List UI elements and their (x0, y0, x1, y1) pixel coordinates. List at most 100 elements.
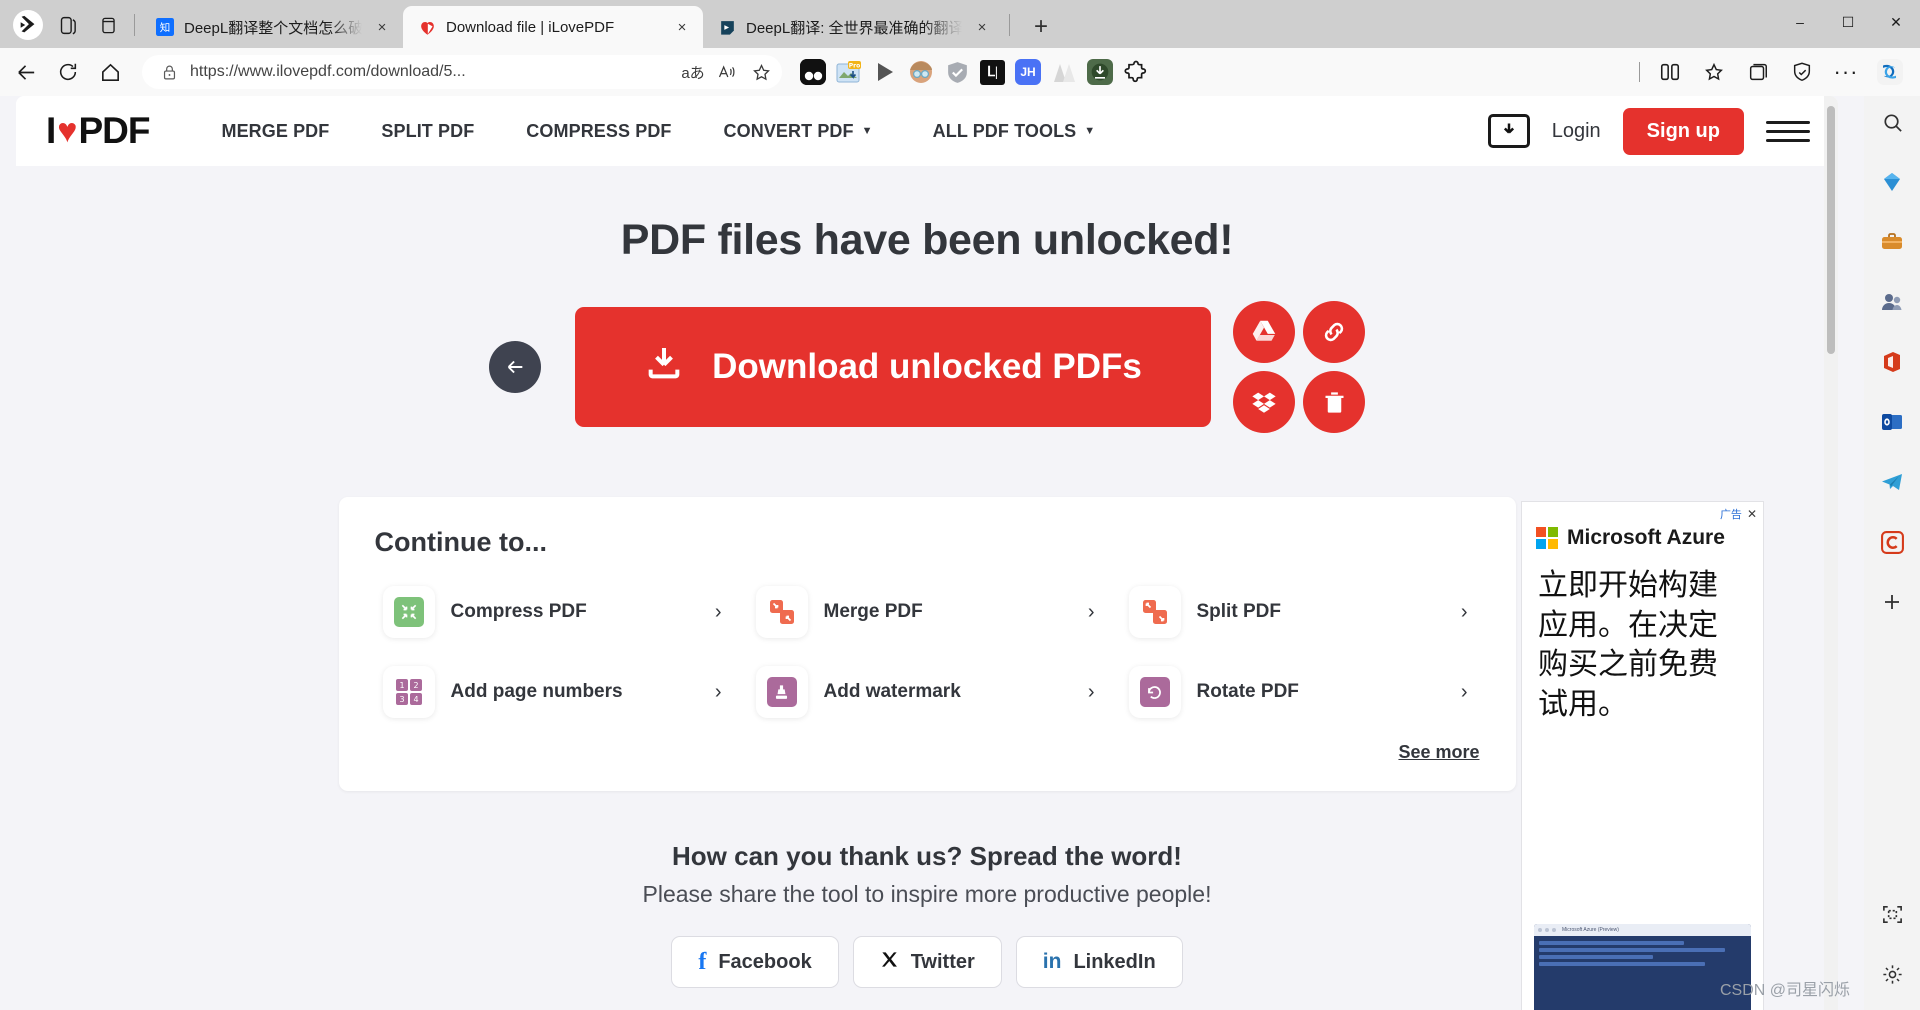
puzzle-extensions-button-icon[interactable] (1123, 59, 1149, 85)
shopping-diamond-icon[interactable] (1872, 162, 1912, 202)
outlook-icon[interactable] (1872, 402, 1912, 442)
browser-essentials-icon[interactable] (1782, 54, 1822, 90)
copilot-c-icon[interactable] (1872, 522, 1912, 562)
nav-item-merge-pdf[interactable]: MERGE PDF (195, 121, 355, 142)
new-tab-button[interactable]: + (1024, 10, 1058, 44)
office-icon[interactable] (1872, 342, 1912, 382)
logo-i: I (46, 110, 56, 151)
share-twitter-button[interactable]: Twitter (852, 936, 1002, 988)
tool-item-add-watermark[interactable]: Add watermark › (748, 656, 1107, 728)
tool-item-rotate-pdf[interactable]: Rotate PDF › (1121, 656, 1480, 728)
screenshot-watermark: CSDN @司星闪烁 (1719, 982, 1850, 999)
ilovepdf-heart-icon (417, 17, 437, 37)
tool-item-add-page-numbers[interactable]: 1234 Add page numbers › (375, 656, 734, 728)
tool-item-merge-pdf[interactable]: Merge PDF › (748, 576, 1107, 648)
aa-extension-icon[interactable] (1051, 59, 1077, 85)
back-to-tool-button[interactable] (489, 341, 541, 393)
split-screen-icon[interactable] (1650, 54, 1690, 90)
nav-item-all-pdf-tools[interactable]: ALL PDF TOOLS ▼ (899, 121, 1122, 142)
close-icon[interactable]: × (971, 16, 993, 38)
sidebar-settings-icon[interactable] (1872, 954, 1912, 994)
video-player-extension-icon[interactable] (872, 59, 898, 85)
avatar-extension-icon[interactable] (908, 59, 934, 85)
ad-thumbnail: Microsoft Azure (Preview) (1534, 924, 1751, 1010)
vertical-tabs-toggle-icon[interactable] (88, 5, 128, 45)
jh-extension-icon[interactable]: JH (1015, 59, 1041, 85)
tool-label: Compress PDF (450, 601, 587, 622)
download-unlocked-pdfs-button[interactable]: Download unlocked PDFs (575, 307, 1211, 427)
ad-brand: Microsoft Azure (1522, 522, 1763, 550)
translate-icon[interactable]: aあ (680, 59, 706, 85)
browser-tab[interactable]: 知 DeepL翻译整个文档怎么破解只设 × (141, 6, 403, 48)
save-to-dropbox-button[interactable] (1233, 371, 1295, 433)
tools-briefcase-icon[interactable] (1872, 222, 1912, 262)
tool-label: Add page numbers (450, 681, 623, 702)
save-to-google-drive-button[interactable] (1233, 301, 1295, 363)
zhihu-icon: 知 (155, 17, 175, 37)
dark-reader-extension-icon[interactable] (800, 59, 826, 85)
tab-actions-icon[interactable] (48, 5, 88, 45)
url-text: https://www.ilovepdf.com/download/5... (190, 63, 466, 80)
svg-text:2: 2 (413, 681, 418, 690)
see-more-link[interactable]: See more (1398, 742, 1479, 762)
favorites-icon[interactable] (1694, 54, 1734, 90)
sign-up-button[interactable]: Sign up (1622, 107, 1744, 155)
advertisement[interactable]: 广告 ✕ Microsoft Azure 立即开始构建应用。在决定购买之前免费试… (1521, 501, 1764, 1010)
tab-title: DeepL翻译: 全世界最准确的翻译 (746, 19, 962, 37)
hamburger-menu-icon[interactable] (1766, 120, 1810, 142)
copilot-tab-actions-icon[interactable] (8, 5, 48, 45)
page-viewport: I ♥ PDF MERGE PDF SPLIT PDF COMPRESS PDF… (0, 96, 1920, 1010)
browser-tab[interactable]: DeepL翻译: 全世界最准确的翻译 × (703, 6, 1003, 48)
continue-to-title: Continue to... (374, 527, 547, 557)
nav-item-split-pdf[interactable]: SPLIT PDF (355, 121, 500, 142)
close-icon[interactable]: × (671, 16, 693, 38)
address-bar[interactable]: https://www.ilovepdf.com/download/5... a… (142, 55, 782, 89)
chevron-right-icon: › (1460, 680, 1468, 703)
ad-thumb-body (1534, 936, 1751, 974)
tab-title: DeepL翻译整个文档怎么破解只设 (184, 19, 362, 37)
delete-files-button[interactable] (1303, 371, 1365, 433)
close-icon[interactable]: × (371, 16, 393, 38)
telegram-icon[interactable] (1872, 462, 1912, 502)
rotate-icon (1128, 666, 1181, 718)
nav-item-convert-pdf[interactable]: CONVERT PDF ▼ (698, 121, 899, 142)
read-aloud-icon[interactable] (714, 59, 740, 85)
close-window-button[interactable]: ✕ (1872, 0, 1920, 44)
copy-link-button[interactable] (1303, 301, 1365, 363)
downloads-indicator-icon[interactable] (1487, 114, 1530, 148)
nav-item-compress-pdf[interactable]: COMPRESS PDF (500, 121, 697, 142)
page-scrollbar[interactable] (1824, 96, 1838, 1010)
search-icon[interactable] (1872, 102, 1912, 142)
minimize-button[interactable]: – (1776, 0, 1824, 44)
lock-icon (156, 59, 182, 85)
login-link[interactable]: Login (1552, 120, 1601, 143)
add-sidebar-app-icon[interactable] (1872, 582, 1912, 622)
reload-icon[interactable] (48, 54, 88, 90)
settings-and-more-icon[interactable]: ··· (1826, 54, 1866, 90)
scrollbar-thumb[interactable] (1827, 106, 1835, 354)
ilovepdf-logo[interactable]: I ♥ PDF (46, 110, 150, 152)
tool-item-split-pdf[interactable]: Split PDF › (1121, 576, 1480, 648)
svg-text:1: 1 (399, 681, 404, 690)
favorite-star-icon[interactable] (748, 59, 774, 85)
share-facebook-button[interactable]: f Facebook (671, 936, 839, 988)
close-icon[interactable]: ✕ (1747, 507, 1757, 521)
collections-icon[interactable] (1738, 54, 1778, 90)
browser-tab-active[interactable]: Download file | iLovePDF × (403, 6, 703, 48)
screenshot-capture-icon[interactable] (1872, 894, 1912, 934)
tab-strip: 知 DeepL翻译整个文档怎么破解只设 × Download file | iL… (0, 0, 1920, 48)
tool-item-compress-pdf[interactable]: Compress PDF › (375, 576, 734, 648)
games-icon[interactable] (1872, 282, 1912, 322)
download-manager-extension-icon[interactable] (1087, 59, 1113, 85)
copilot-button-icon[interactable] (1870, 54, 1910, 90)
adguard-shield-extension-icon[interactable] (944, 59, 970, 85)
back-icon[interactable] (6, 54, 46, 90)
li-extension-icon[interactable]: Ⅼ| (980, 59, 1005, 85)
home-icon[interactable] (90, 54, 130, 90)
maximize-button[interactable]: ☐ (1824, 0, 1872, 44)
image-downloader-pro-extension-icon[interactable]: Pro (836, 59, 862, 85)
deepl-icon (717, 17, 737, 37)
share-linkedin-button[interactable]: in LinkedIn (1015, 936, 1183, 988)
edge-sidebar (1864, 96, 1920, 1010)
nav-label: MERGE PDF (221, 120, 330, 141)
